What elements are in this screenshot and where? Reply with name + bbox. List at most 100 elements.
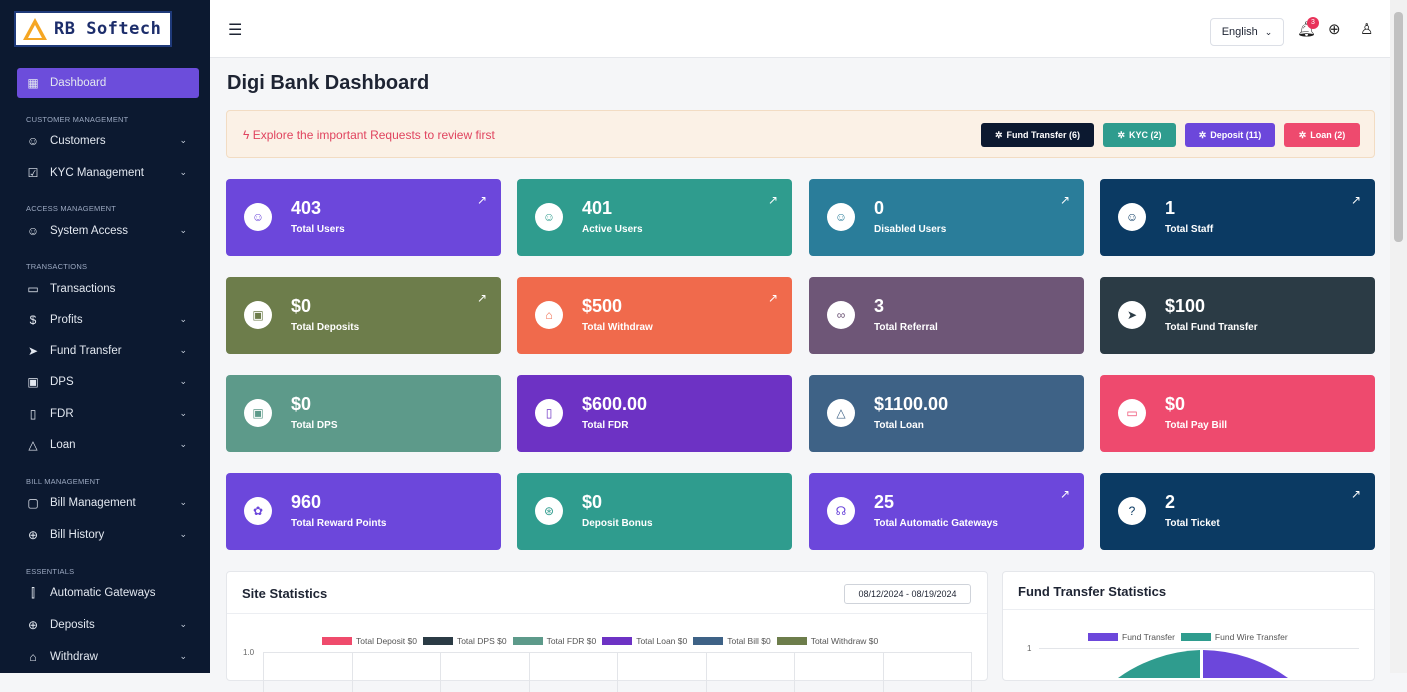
- book-icon: ▯: [29, 407, 37, 421]
- legend-item[interactable]: Total Bill $0: [693, 636, 771, 646]
- loan-request-button[interactable]: ✲ Loan (2): [1284, 123, 1360, 147]
- card-icon: ▭: [1118, 399, 1146, 427]
- stat-card[interactable]: ☺ 401 Active Users ↗: [517, 179, 792, 256]
- external-link-icon[interactable]: ↗: [477, 291, 487, 305]
- card-label: Total Fund Transfer: [1165, 322, 1258, 333]
- chevron-down-icon: ⌄: [179, 619, 187, 629]
- stat-card[interactable]: ⊛ $0 Deposit Bonus: [517, 473, 792, 550]
- pill-label: Deposit (11): [1210, 130, 1262, 140]
- chart-gridline: [528, 652, 530, 692]
- card-label: Total Users: [291, 224, 345, 235]
- stat-card[interactable]: ✿ 960 Total Reward Points: [226, 473, 501, 550]
- stat-card[interactable]: ☺ 1 Total Staff ↗: [1100, 179, 1375, 256]
- card-value: $0: [1165, 394, 1186, 414]
- legend-item[interactable]: Total FDR $0: [512, 636, 596, 646]
- legend-item[interactable]: Total Loan $0: [602, 636, 687, 646]
- scrollbar-thumb[interactable]: [1394, 12, 1403, 242]
- stat-card[interactable]: ▣ $0 Total Deposits ↗: [226, 277, 501, 354]
- legend-label: Total Withdraw $0: [810, 636, 879, 646]
- external-link-icon[interactable]: ↗: [477, 193, 487, 207]
- fund-transfer-request-button[interactable]: ✲ Fund Transfer (6): [981, 123, 1094, 147]
- sidebar-item-loan[interactable]: △ Loan ⌄: [17, 430, 199, 460]
- card-value: $0: [291, 394, 312, 414]
- stat-card[interactable]: ▭ $0 Total Pay Bill: [1100, 375, 1375, 452]
- menu-toggle-icon[interactable]: ☰: [228, 20, 242, 40]
- sidebar-item-label: System Access: [50, 225, 128, 237]
- page-title: Digi Bank Dashboard: [227, 72, 430, 94]
- stat-card[interactable]: ? 2 Total Ticket ↗: [1100, 473, 1375, 550]
- external-link-icon[interactable]: ↗: [768, 291, 778, 305]
- sidebar-item-transactions[interactable]: ▭ Transactions: [17, 274, 199, 304]
- sidebar-item-dps[interactable]: ▣ DPS ⌄: [17, 367, 199, 397]
- legend-label: Fund Transfer: [1122, 632, 1175, 642]
- stat-card[interactable]: ☊ 25 Total Automatic Gateways ↗: [809, 473, 1084, 550]
- stat-card[interactable]: ☺ 0 Disabled Users ↗: [809, 179, 1084, 256]
- chart-gridline: [794, 652, 795, 692]
- external-link-icon[interactable]: ↗: [1351, 487, 1361, 501]
- card-label: Total Staff: [1165, 224, 1214, 235]
- sidebar-item-deposits[interactable]: ⊕ Deposits ⌄: [17, 610, 199, 640]
- fund-transfer-statistics-panel: Fund Transfer Statistics Fund Transfer Fu…: [1002, 571, 1375, 681]
- sidebar-item-label: Fund Transfer: [50, 345, 122, 357]
- external-link-icon[interactable]: ↗: [1060, 487, 1070, 501]
- gateway-icon: ☊: [827, 497, 855, 525]
- stat-card[interactable]: ∞ 3 Total Referral: [809, 277, 1084, 354]
- external-link-icon[interactable]: ↗: [768, 193, 778, 207]
- legend-item[interactable]: Fund Wire Transfer: [1180, 632, 1288, 642]
- external-link-icon[interactable]: ↗: [1351, 193, 1361, 207]
- gift-icon: ✿: [244, 497, 272, 525]
- sidebar-item-bill-history[interactable]: ⊕ Bill History ⌄: [17, 520, 199, 550]
- kyc-request-button[interactable]: ✲ KYC (2): [1103, 123, 1176, 147]
- spinner-icon: ✲: [1117, 129, 1126, 140]
- sidebar-item-label: Bill Management: [50, 497, 136, 509]
- sidebar-item-bill-management[interactable]: ▢ Bill Management ⌄: [17, 488, 199, 518]
- pie-slice-fund-transfer: [1203, 650, 1288, 678]
- card-value: $600.00: [582, 394, 648, 414]
- date-range-picker[interactable]: 08/12/2024 - 08/19/2024: [844, 584, 971, 604]
- send-icon: ➤: [27, 344, 39, 358]
- legend-label: Total Deposit $0: [356, 636, 417, 646]
- stat-card[interactable]: ⌂ $500 Total Withdraw ↗: [517, 277, 792, 354]
- stat-card[interactable]: ☺ 403 Total Users ↗: [226, 179, 501, 256]
- brand-logo[interactable]: RB Softech: [14, 11, 172, 47]
- stat-card[interactable]: ▣ $0 Total DPS: [226, 375, 501, 452]
- arrow-circle-down-icon: ⊕: [27, 618, 39, 632]
- page-scrollbar[interactable]: [1390, 0, 1407, 673]
- section-essentials: ESSENTIALS: [26, 567, 75, 576]
- language-select[interactable]: English ⌄: [1210, 18, 1284, 46]
- stat-card[interactable]: △ $1100.00 Total Loan: [809, 375, 1084, 452]
- user-check-icon: ☺: [535, 203, 563, 231]
- card-value: 2: [1165, 492, 1176, 512]
- arrow-circle-down-icon: ⊕: [27, 528, 39, 542]
- chevron-down-icon: ⌄: [179, 167, 187, 177]
- sidebar-item-automatic-gateways[interactable]: ⫿ Automatic Gateways: [17, 578, 199, 608]
- legend-swatch: [422, 637, 453, 645]
- sidebar-item-kyc[interactable]: ☑ KYC Management ⌄: [17, 158, 199, 188]
- sidebar-item-profits[interactable]: $ Profits ⌄: [17, 305, 199, 335]
- dashboard-icon: ▦: [27, 76, 39, 90]
- sidebar-item-fdr[interactable]: ▯ FDR ⌄: [17, 399, 199, 429]
- legend-item[interactable]: Total Deposit $0: [322, 636, 417, 646]
- legend-label: Fund Wire Transfer: [1214, 632, 1288, 642]
- deposit-request-button[interactable]: ✲ Deposit (11): [1185, 123, 1275, 147]
- legend-label: Total Loan $0: [636, 636, 688, 646]
- sidebar-item-dashboard[interactable]: ▦ Dashboard: [17, 68, 199, 98]
- stat-card[interactable]: ➤ $100 Total Fund Transfer: [1100, 277, 1375, 354]
- chart-legend: Fund Transfer Fund Wire Transfer: [1088, 632, 1288, 642]
- chevron-down-icon: ⌄: [179, 651, 187, 661]
- card-value: 403: [291, 198, 322, 218]
- legend-item[interactable]: Fund Transfer: [1088, 632, 1175, 642]
- sidebar-item-withdraw[interactable]: ⌂ Withdraw ⌄: [17, 642, 199, 672]
- sidebar-item-system-access[interactable]: ☺ System Access ⌄: [17, 216, 199, 246]
- globe-icon[interactable]: ⊕: [1328, 20, 1341, 38]
- sidebar-item-customers[interactable]: ☺ Customers ⌄: [17, 126, 199, 156]
- sidebar-item-fund-transfer[interactable]: ➤ Fund Transfer ⌄: [17, 336, 199, 366]
- stat-card[interactable]: ▯ $600.00 Total FDR: [517, 375, 792, 452]
- external-link-icon[interactable]: ↗: [1060, 193, 1070, 207]
- legend-item[interactable]: Total DPS $0: [422, 636, 507, 646]
- brand-name: RB Softech: [54, 19, 162, 39]
- site-statistics-panel: Site Statistics 08/12/2024 - 08/19/2024 …: [226, 571, 988, 692]
- user-icon[interactable]: ♙: [1360, 20, 1373, 38]
- legend-item[interactable]: Total Withdraw $0: [776, 636, 879, 646]
- legend-label: Total Bill $0: [727, 636, 771, 646]
